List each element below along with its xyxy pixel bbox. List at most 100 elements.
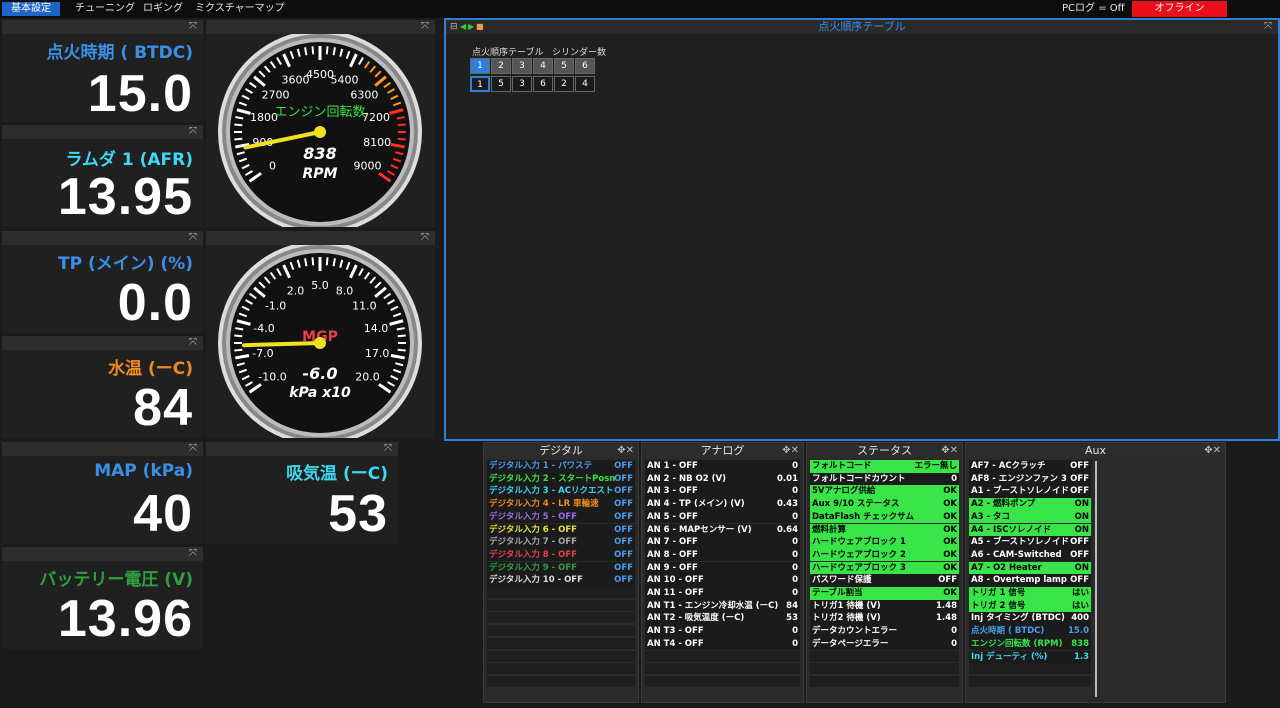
table-row[interactable]: デジタル入力 6 - OFF OFF <box>487 523 635 536</box>
gauge-lambda[interactable]: ⤧ ラムダ 1 (AFR) 13.95 <box>2 125 203 227</box>
table-row[interactable]: デジタル入力 7 - OFF OFF <box>487 536 635 549</box>
menu-mixture-map[interactable]: ミクスチャーマップ <box>186 2 294 16</box>
table-row[interactable]: デジタル入力 8 - OFF OFF <box>487 548 635 562</box>
pin-close-icon[interactable]: ✥✕ <box>1204 443 1221 458</box>
table-row[interactable]: AN 4 - TP (メイン) (V) 0.43 <box>645 498 800 511</box>
resize-icon[interactable]: ⤧ <box>189 336 197 350</box>
table-row[interactable]: AF7 - ACクラッチ OFF <box>969 460 1091 473</box>
table-row[interactable]: デジタル入力 1 - パワステ OFF <box>487 460 635 473</box>
table-row[interactable]: A5 - ブーストソレノイド OFF <box>969 536 1091 549</box>
table-row[interactable]: AN 9 - OFF 0 <box>645 561 800 575</box>
analog-table[interactable]: アナログ ✥✕ AN 1 - OFF 0 AN 2 - NB O2 (V) 0.01 AN… <box>641 442 804 703</box>
table-row[interactable]: 燃料計算 OK <box>810 523 959 536</box>
aux-scrollbar[interactable] <box>1095 461 1097 697</box>
resize-icon[interactable]: ⤧ <box>189 20 197 34</box>
resize-icon[interactable]: ⤧ <box>189 231 197 245</box>
digital-table[interactable]: デジタル ✥✕ デジタル入力 1 - パワステ OFF デジタル入力 2 - スタート… <box>483 442 639 703</box>
table-row[interactable]: AF8 - エンジンファン 3 OFF <box>969 472 1091 486</box>
resize-icon[interactable]: ⤧ <box>189 442 197 456</box>
gauge-tp[interactable]: ⤧ TP (メイン) (%) 0.0 <box>2 231 203 333</box>
table-row[interactable]: デジタル入力 2 - スタートPosn OFF <box>487 472 635 486</box>
table-row[interactable]: トリガ 1 信号 はい <box>969 587 1091 600</box>
table-row[interactable]: ハードウェアブロック 1 OK <box>810 536 959 549</box>
connection-status[interactable]: オフライン <box>1132 1 1227 17</box>
table-row[interactable]: ハードウェアブロック 2 OK <box>810 548 959 562</box>
table-row[interactable]: A8 - Overtemp lamp OFF <box>969 574 1091 587</box>
gauge-intake-temp[interactable]: ⤧ 吸気温 (ーC) 53 <box>206 442 398 544</box>
table-row[interactable]: AN 10 - OFF 0 <box>645 574 800 587</box>
table-row[interactable]: A4 - ISCソレノイド ON <box>969 523 1091 536</box>
table-row[interactable]: A6 - CAM-Switched OFF <box>969 548 1091 562</box>
firing-order-cell[interactable]: 4 <box>575 76 595 92</box>
table-row[interactable]: ハードウェアブロック 3 OK <box>810 561 959 575</box>
table-row[interactable]: A3 - タコ ON <box>969 510 1091 524</box>
resize-icon[interactable]: ⤧ <box>189 547 197 561</box>
table-row[interactable]: デジタル入力 10 - OFF OFF <box>487 574 635 587</box>
table-row[interactable]: Aux 9/10 ステータス OK <box>810 498 959 511</box>
firing-order-cell[interactable]: 3 <box>512 76 532 92</box>
table-row[interactable]: AN T3 - OFF 0 <box>645 625 800 638</box>
table-row[interactable]: トリガ1 待機 (V) 1.48 <box>810 599 959 613</box>
table-row[interactable]: フォルトコードカウント 0 <box>810 472 959 486</box>
menu-tuning[interactable]: チューニング <box>66 2 144 16</box>
table-row[interactable]: デジタル入力 5 - OFF OFF <box>487 510 635 524</box>
menu-basic-settings[interactable]: 基本設定 <box>2 2 60 16</box>
table-row[interactable]: AN T2 - 吸気温度 (ーC) 53 <box>645 612 800 625</box>
table-row[interactable]: トリガ 2 信号 はい <box>969 599 1091 613</box>
resize-icon[interactable]: ⤧ <box>384 442 392 456</box>
table-row[interactable]: AN T1 - エンジン冷却水温 (ーC) 84 <box>645 599 800 613</box>
table-row[interactable]: AN 1 - OFF 0 <box>645 460 800 473</box>
pin-close-icon[interactable]: ✥✕ <box>941 443 958 458</box>
firing-order-cell[interactable]: 5 <box>491 76 511 92</box>
table-row[interactable]: AN 8 - OFF 0 <box>645 548 800 562</box>
aux-table[interactable]: Aux ✥✕ AF7 - ACクラッチ OFF AF8 - エンジンファン 3 OFF A… <box>965 442 1226 703</box>
resize-icon[interactable]: ⤧ <box>421 231 429 245</box>
cylinder-number-cell[interactable]: 5 <box>554 58 574 74</box>
table-row[interactable]: Inj デューティ (%) 1.3 <box>969 650 1091 663</box>
resize-icon[interactable]: ⤧ <box>421 20 429 34</box>
cylinder-number-cell[interactable]: 2 <box>491 58 511 74</box>
table-row[interactable]: フォルトコード エラー無し <box>810 460 959 473</box>
cylinder-number-cell[interactable]: 3 <box>512 58 532 74</box>
pc-log-status[interactable]: PCログ = Off <box>1062 2 1125 16</box>
mgp-dial-panel[interactable]: ⤧ -10.0 -7.0 -4.0 -1.0 2.0 5.0 8.0 11.0 14.0 17.0… <box>206 231 435 438</box>
cylinder-number-cell[interactable]: 4 <box>533 58 553 74</box>
table-row[interactable]: AN 2 - NB O2 (V) 0.01 <box>645 472 800 486</box>
pin-close-icon[interactable]: ✥✕ <box>782 443 799 458</box>
table-row[interactable]: エンジン回転数 (RPM) 838 <box>969 637 1091 651</box>
table-row[interactable]: デジタル入力 4 - LR 車輪速 OFF <box>487 498 635 511</box>
gauge-ignition[interactable]: ⤧ 点火時期 ( BTDC) 15.0 <box>2 20 203 122</box>
table-row[interactable]: デジタル入力 9 - OFF OFF <box>487 561 635 575</box>
firing-order-cell[interactable]: 6 <box>533 76 553 92</box>
table-row[interactable]: AN 5 - OFF 0 <box>645 510 800 524</box>
table-row[interactable]: AN T4 - OFF 0 <box>645 637 800 651</box>
cylinder-number-cell[interactable]: 6 <box>575 58 595 74</box>
table-row[interactable]: A2 - 燃料ポンプ ON <box>969 498 1091 511</box>
gauge-battery[interactable]: ⤧ バッテリー電圧 (V) 13.96 <box>2 547 203 649</box>
table-row[interactable]: AN 11 - OFF 0 <box>645 587 800 600</box>
pin-close-icon[interactable]: ✥✕ <box>617 443 634 458</box>
table-row[interactable]: トリガ2 待機 (V) 1.48 <box>810 612 959 625</box>
table-row[interactable]: データページエラー 0 <box>810 637 959 651</box>
table-row[interactable]: A1 - ブーストソレノイド OFF <box>969 485 1091 498</box>
table-row[interactable]: AN 7 - OFF 0 <box>645 536 800 549</box>
firing-order-cell[interactable]: 2 <box>554 76 574 92</box>
table-row[interactable]: 点火時期 ( BTDC) 15.0 <box>969 625 1091 638</box>
table-row[interactable]: デジタル入力 3 - ACリクエスト OFF <box>487 485 635 498</box>
rpm-dial-panel[interactable]: ⤧ 09001800270036004500540063007200810090… <box>206 20 435 227</box>
firing-order-panel[interactable]: ⊟ ◀ ▶ ■ 点火順序テーブル ⤧ 点火順序テーブル シリンダー数 12345… <box>444 18 1280 441</box>
cylinder-number-cell[interactable]: 1 <box>470 58 490 74</box>
table-row[interactable]: AN 3 - OFF 0 <box>645 485 800 498</box>
table-row[interactable]: パスワード保護 OFF <box>810 574 959 587</box>
table-row[interactable]: AN 6 - MAPセンサー (V) 0.64 <box>645 523 800 536</box>
resize-icon[interactable]: ⤧ <box>1264 20 1272 34</box>
gauge-water-temp[interactable]: ⤧ 水温 (ーC) 84 <box>2 336 203 438</box>
menu-logging[interactable]: ロギング <box>134 2 192 16</box>
table-row[interactable]: Inj タイミング (BTDC) 400 <box>969 612 1091 625</box>
table-row[interactable]: 5Vアナログ供給 OK <box>810 485 959 498</box>
resize-icon[interactable]: ⤧ <box>189 125 197 139</box>
table-row[interactable]: データカウントエラー 0 <box>810 625 959 638</box>
table-row[interactable]: A7 - O2 Heater ON <box>969 561 1091 575</box>
firing-order-cell[interactable]: 1 <box>470 76 490 92</box>
gauge-map[interactable]: ⤧ MAP (kPa) 40 <box>2 442 203 544</box>
